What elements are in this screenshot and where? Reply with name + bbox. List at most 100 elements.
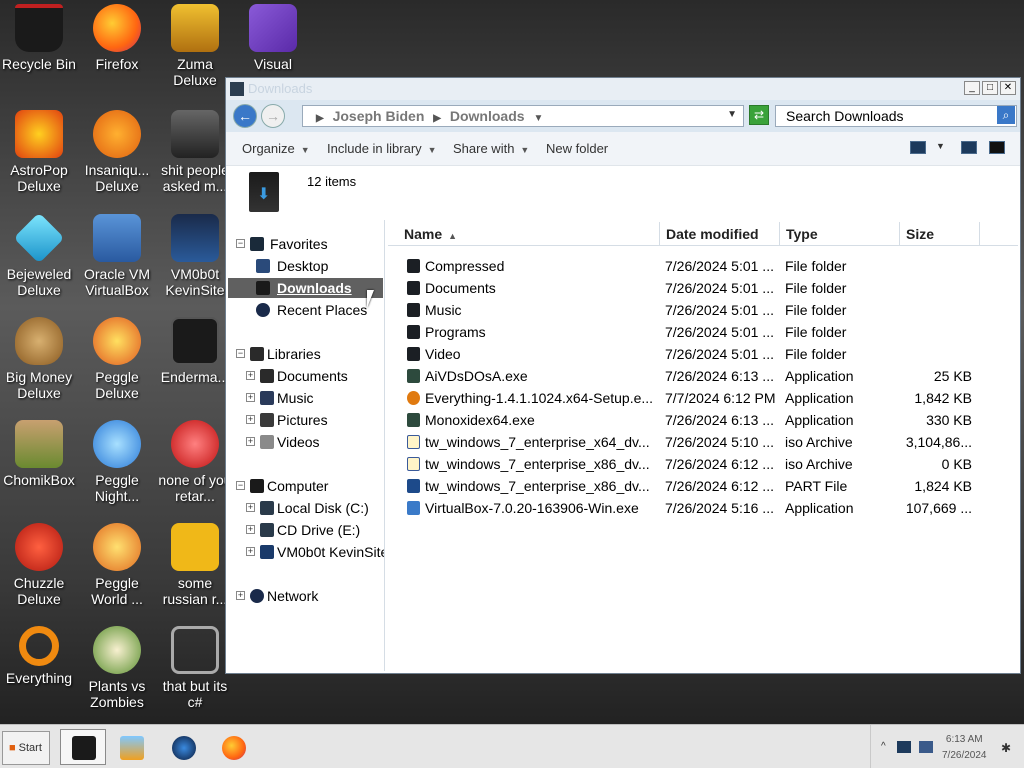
desktop-icon-pvz[interactable]: Plants vs Zombies: [78, 626, 156, 710]
forward-button[interactable]: →: [261, 104, 285, 128]
include-in-library-menu[interactable]: Include in library ▼: [327, 141, 437, 156]
view-dropdown-icon[interactable]: ▼: [936, 141, 945, 151]
table-row[interactable]: Video 7/26/2024 5:01 ... File folder: [388, 343, 1018, 365]
table-row[interactable]: tw_windows_7_enterprise_x86_dv... 7/26/20…: [388, 453, 1018, 475]
nav-computer[interactable]: − Computer: [236, 476, 384, 496]
desktop-icon-firefox[interactable]: Firefox: [78, 4, 156, 72]
share-with-menu[interactable]: Share with ▼: [453, 141, 529, 156]
chevron-icon: ▶: [316, 113, 324, 124]
expand-icon[interactable]: +: [246, 371, 255, 380]
view-icon[interactable]: [910, 141, 926, 154]
table-row[interactable]: Programs 7/26/2024 5:01 ... File folder: [388, 321, 1018, 343]
desktop-icon-virtualbox[interactable]: Oracle VM VirtualBox: [78, 214, 156, 298]
taskbar-ie[interactable]: [160, 729, 206, 765]
notification-icon[interactable]: ✱: [1001, 741, 1015, 755]
column-header-type[interactable]: Type: [780, 222, 900, 246]
column-header-name[interactable]: Name ▲: [388, 222, 660, 246]
desktop-icon-peggle[interactable]: Peggle Deluxe: [78, 317, 156, 401]
title-bar[interactable]: Downloads _ □ ✕: [226, 78, 1020, 100]
preview-pane-icon[interactable]: [961, 141, 977, 154]
breadcrumb-downloads[interactable]: Downloads: [450, 108, 525, 124]
chevron-up-icon[interactable]: ^: [881, 741, 895, 753]
volume-icon[interactable]: [919, 741, 933, 753]
nav-cd-drive[interactable]: + CD Drive (E:): [246, 520, 384, 540]
nav-local-disk[interactable]: + Local Disk (C:): [246, 498, 384, 518]
breadcrumb-user[interactable]: Joseph Biden: [333, 108, 425, 124]
close-button[interactable]: ✕: [1000, 81, 1016, 95]
search-input[interactable]: Search Downloads: [775, 105, 1017, 127]
table-row[interactable]: Monoxidex64.exe 7/26/2024 6:13 ... Applica…: [388, 409, 1018, 431]
expand-icon[interactable]: +: [246, 525, 255, 534]
file-name: Documents: [425, 280, 496, 296]
address-dropdown-icon[interactable]: ▼: [727, 109, 737, 120]
network-tray-icon[interactable]: [897, 741, 911, 753]
expand-icon[interactable]: +: [246, 393, 255, 402]
collapse-icon[interactable]: −: [236, 349, 245, 358]
nav-pictures[interactable]: + Pictures: [246, 410, 384, 430]
maximize-button[interactable]: □: [982, 81, 998, 95]
expand-icon[interactable]: +: [246, 503, 255, 512]
desktop-icon-zuma[interactable]: Zuma Deluxe: [156, 4, 234, 88]
address-field[interactable]: ▶ Joseph Biden ▶ Downloads ▼ ▼: [302, 105, 744, 127]
table-row[interactable]: tw_windows_7_enterprise_x64_dv... 7/26/20…: [388, 431, 1018, 453]
help-icon[interactable]: [989, 141, 1005, 154]
nav-recent-places[interactable]: Recent Places: [236, 300, 384, 320]
desktop-icon-vm0b0t[interactable]: VM0b0t KevinSite: [156, 214, 234, 298]
collapse-icon[interactable]: −: [236, 481, 245, 490]
expand-icon[interactable]: +: [246, 415, 255, 424]
desktop-icon-some-russian[interactable]: some russian r...: [156, 523, 234, 607]
nav-documents[interactable]: + Documents: [246, 366, 384, 386]
collapse-icon[interactable]: −: [236, 239, 245, 248]
taskbar-firefox[interactable]: [210, 729, 256, 765]
desktop-icon-everything[interactable]: Everything: [0, 626, 78, 686]
desktop-icon-peggle-world[interactable]: Peggle World ...: [78, 523, 156, 607]
desktop-icon-chomikbox[interactable]: ChomikBox: [0, 420, 78, 488]
file-name: Video: [425, 346, 461, 362]
file-size: 1,842 KB: [914, 390, 972, 406]
taskbar-media-player[interactable]: [108, 729, 154, 765]
table-row[interactable]: Music 7/26/2024 5:01 ... File folder: [388, 299, 1018, 321]
table-row[interactable]: Compressed 7/26/2024 5:01 ... File folder: [388, 255, 1018, 277]
nav-videos[interactable]: + Videos: [246, 432, 384, 452]
file-name: tw_windows_7_enterprise_x64_dv...: [425, 434, 650, 450]
desktop-icon-none-of-you[interactable]: none of you retar...: [156, 420, 234, 504]
file-type: iso Archive: [785, 434, 853, 450]
search-icon[interactable]: ⌕: [997, 106, 1015, 124]
desktop-icon-shit-people[interactable]: shit people asked m...: [156, 110, 234, 194]
desktop-icon-recycle-bin[interactable]: Recycle Bin: [0, 4, 78, 72]
desktop-icon-bejeweled[interactable]: Bejeweled Deluxe: [0, 212, 78, 298]
nav-music[interactable]: + Music: [246, 388, 384, 408]
nav-libraries[interactable]: − Libraries: [236, 344, 384, 364]
table-row[interactable]: Everything-1.4.1.1024.x64-Setup.e... 7/7/…: [388, 387, 1018, 409]
expand-icon[interactable]: +: [246, 437, 255, 446]
desktop-icon-enderman[interactable]: Enderma...: [156, 317, 234, 385]
table-row[interactable]: tw_windows_7_enterprise_x86_dv... 7/26/20…: [388, 475, 1018, 497]
start-button[interactable]: ■ Start: [2, 731, 50, 765]
desktop-icon-astropop[interactable]: AstroPop Deluxe: [0, 110, 78, 194]
clock[interactable]: 6:13 AM 7/26/2024: [942, 732, 987, 764]
table-row[interactable]: VirtualBox-7.0.20-163906-Win.exe 7/26/202…: [388, 497, 1018, 519]
expand-icon[interactable]: +: [246, 547, 255, 556]
desktop-icon-insaniquarium[interactable]: Insaniqu... Deluxe: [78, 110, 156, 194]
nav-desktop[interactable]: Desktop: [236, 256, 384, 276]
desktop-icon-chuzzle[interactable]: Chuzzle Deluxe: [0, 523, 78, 607]
nav-favorites[interactable]: − Favorites: [236, 234, 384, 254]
column-header-size[interactable]: Size: [900, 222, 980, 246]
desktop-icon-big-money[interactable]: Big Money Deluxe: [0, 317, 78, 401]
column-header-date[interactable]: Date modified: [660, 222, 780, 246]
expand-icon[interactable]: +: [236, 591, 245, 600]
table-row[interactable]: Documents 7/26/2024 5:01 ... File folder: [388, 277, 1018, 299]
nav-downloads[interactable]: Downloads: [228, 278, 383, 298]
taskbar-explorer[interactable]: [60, 729, 106, 765]
table-row[interactable]: AiVDsDOsA.exe 7/26/2024 6:13 ... Applicati…: [388, 365, 1018, 387]
organize-menu[interactable]: Organize ▼: [242, 141, 310, 156]
back-button[interactable]: ←: [233, 104, 257, 128]
new-folder-button[interactable]: New folder: [546, 141, 608, 156]
nav-vm0b0t[interactable]: + VM0b0t KevinSite: [246, 542, 384, 562]
minimize-button[interactable]: _: [964, 81, 980, 95]
refresh-button[interactable]: ⇄: [749, 105, 769, 125]
desktop-icon-visual-studio[interactable]: Visual: [234, 4, 312, 72]
desktop-icon-peggle-nights[interactable]: Peggle Night...: [78, 420, 156, 504]
nav-network[interactable]: + Network: [236, 586, 384, 606]
desktop-icon-that-but-csharp[interactable]: that but its c#: [156, 626, 234, 710]
